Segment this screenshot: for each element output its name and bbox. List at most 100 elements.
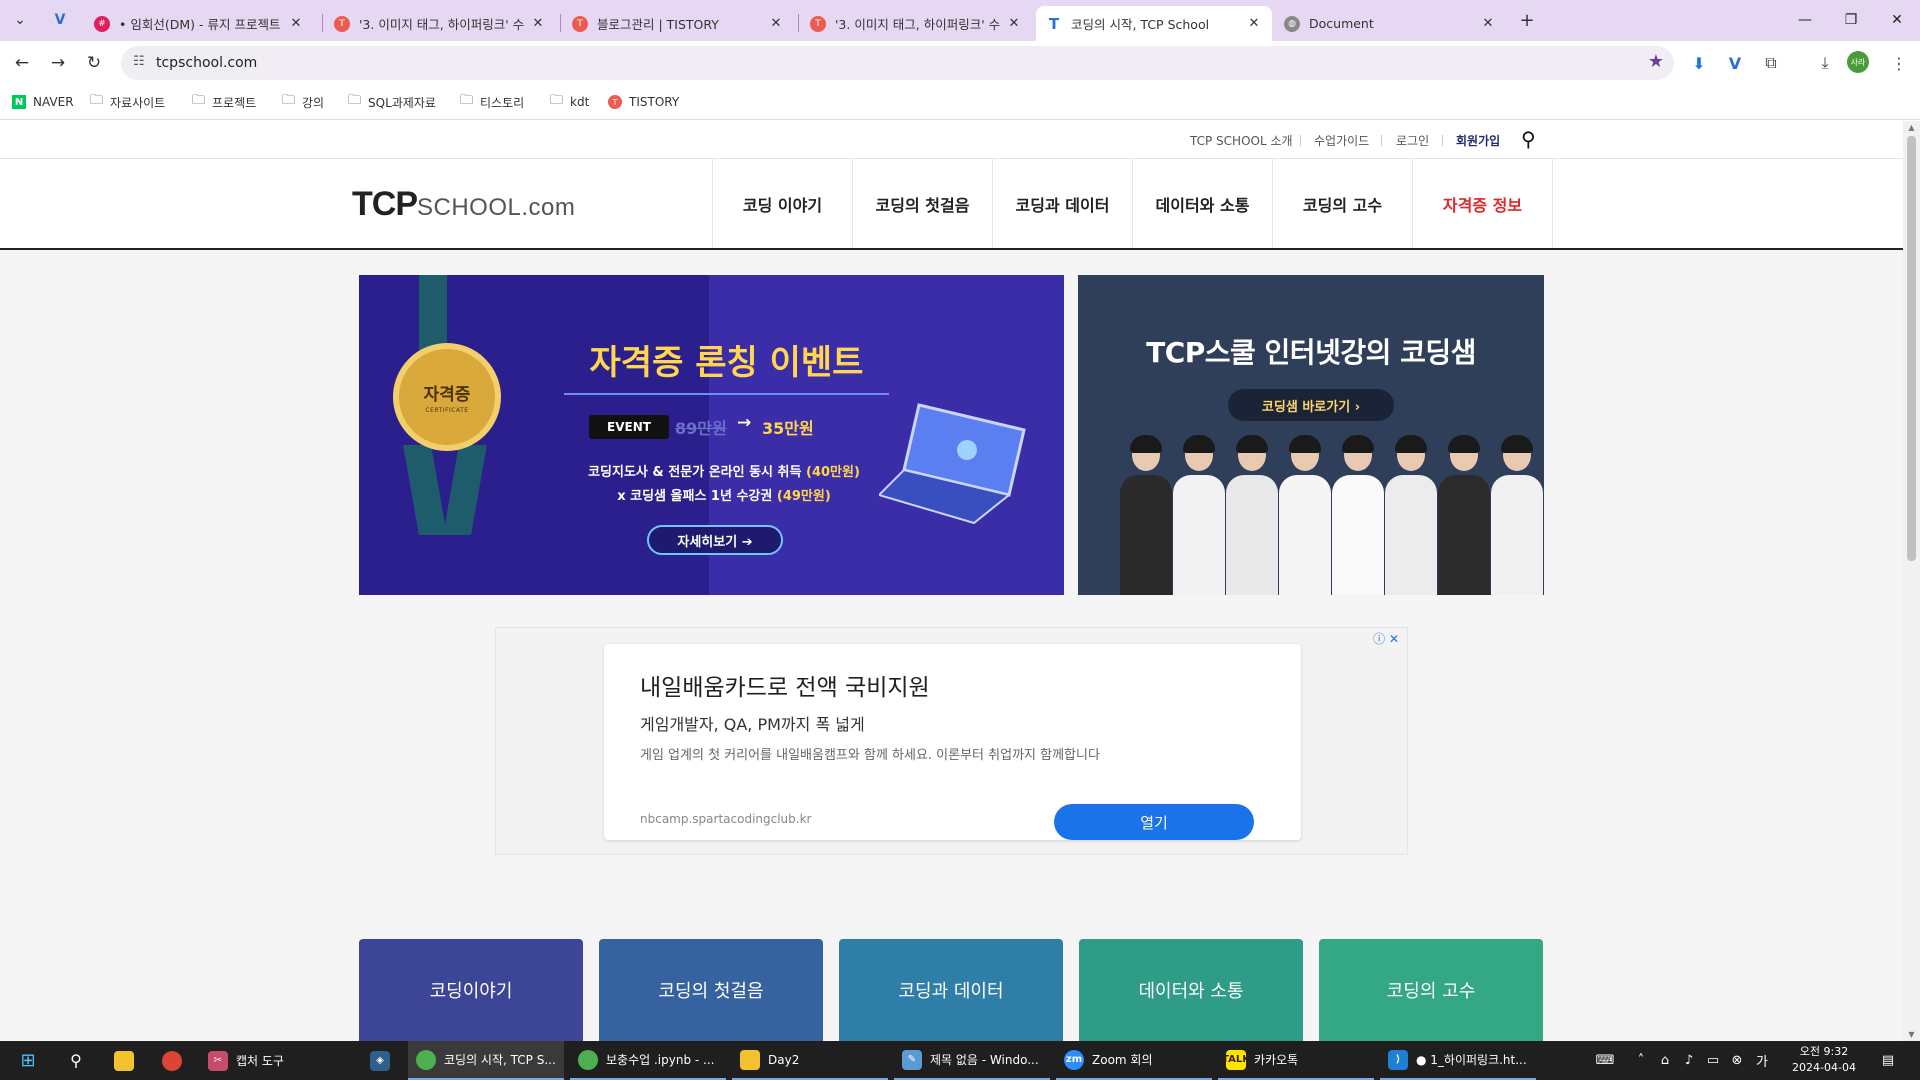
chrome-icon[interactable] (152, 1041, 192, 1080)
ad-url[interactable]: nbcamp.spartacodingclub.kr (640, 812, 811, 826)
taskbar-folder-day2[interactable]: Day2 (732, 1041, 888, 1080)
ad-title[interactable]: 내일배움카드로 전액 국비지원 (640, 668, 930, 702)
category-coding-story[interactable]: 코딩이야기 (359, 939, 583, 1041)
address-bar[interactable]: ☷ ★ (121, 46, 1674, 80)
taskbar-mysql-workbench[interactable]: ◈ (362, 1041, 398, 1080)
system-clock[interactable]: 오전 9:32 2024-04-04 (1784, 1044, 1864, 1076)
extensions-puzzle-icon[interactable]: ⧉ (1758, 50, 1784, 76)
tab-tistory-post-2[interactable]: T '3. 이미지 태그, 하이퍼링크' 수 ✕ (800, 6, 1032, 41)
taskbar-snipping-tool[interactable]: ✂ 캡처 도구 (200, 1041, 350, 1080)
windows-start-icon[interactable]: ⊞ (8, 1041, 48, 1080)
search-icon[interactable]: ⚲ (56, 1041, 96, 1080)
category-data-communication[interactable]: 데이터와 소통 (1079, 939, 1303, 1041)
page-scrollbar[interactable]: ▲ ▼ (1903, 121, 1920, 1041)
keyboard-icon[interactable]: ⌨ (1592, 1041, 1618, 1080)
scrollbar-thumb[interactable] (1907, 136, 1916, 561)
bookmark-folder-lecture[interactable]: 🗀 강의 (282, 93, 324, 111)
volume-muted-icon[interactable]: ♪ (1678, 1041, 1700, 1080)
scroll-down-arrow-icon[interactable]: ▼ (1903, 1030, 1920, 1039)
scroll-up-arrow-icon[interactable]: ▲ (1903, 123, 1920, 132)
slack-icon: # (94, 15, 110, 32)
taskbar-vscode[interactable]: ⟩ ● 1_하이퍼링크.ht... (1380, 1041, 1536, 1080)
category-coding-data[interactable]: 코딩과 데이터 (839, 939, 1063, 1041)
bookmark-folder-sql[interactable]: 🗀 SQL과제자료 (348, 93, 436, 111)
close-circle-icon[interactable]: ⊗ (1726, 1041, 1748, 1080)
tab-close-icon[interactable]: ✕ (1246, 16, 1262, 31)
nav-certificate-info[interactable]: 자격증 정보 (1413, 159, 1553, 248)
nav-coding-data[interactable]: 코딩과 데이터 (993, 159, 1133, 248)
bookmark-folder-kdt[interactable]: 🗀 kdt (550, 93, 589, 111)
vivaldi-icon[interactable]: V (46, 6, 74, 34)
site-info-icon[interactable]: ☷ (133, 54, 145, 69)
file-explorer-icon[interactable] (104, 1041, 144, 1080)
util-link-about[interactable]: TCP SCHOOL 소개 (1190, 132, 1293, 149)
coding-sam-button[interactable]: 코딩샘 바로가기 › (1228, 389, 1394, 421)
ad-open-button[interactable]: 열기 (1054, 804, 1254, 840)
bookmark-naver[interactable]: N NAVER (12, 93, 74, 111)
learn-more-button[interactable]: 자세히보기 ➔ (647, 525, 783, 555)
restore-icon[interactable]: ❐ (1828, 0, 1874, 40)
util-link-login[interactable]: 로그인 (1396, 132, 1429, 149)
bookmark-star-icon[interactable]: ★ (1648, 51, 1664, 72)
taskbar-chrome-tcp-school[interactable]: 코딩의 시작, TCP S... (408, 1041, 564, 1080)
site-logo[interactable]: TCPSCHOOL.com (352, 185, 575, 224)
util-link-guide[interactable]: 수업가이드 (1314, 132, 1369, 149)
ad-info-close-icons[interactable]: ⓘ ✕ (1373, 630, 1399, 647)
taskbar-notepad[interactable]: ✎ 제목 없음 - Windo... (894, 1041, 1050, 1080)
nav-data-communication[interactable]: 데이터와 소통 (1133, 159, 1273, 248)
tray-chevron-up-icon[interactable]: ˄ (1630, 1041, 1652, 1080)
util-link-signup[interactable]: 회원가입 (1456, 132, 1500, 149)
banner-copy-line2: x 코딩샘 올패스 1년 수강권 (49만원) (617, 489, 831, 504)
download-extension-icon[interactable]: ⬇ (1686, 50, 1712, 76)
nav-coding-story[interactable]: 코딩 이야기 (713, 159, 853, 248)
bookmark-folder-resources[interactable]: 🗀 자료사이트 (90, 93, 165, 111)
tab-tistory-post-1[interactable]: T '3. 이미지 태그, 하이퍼링크' 수 ✕ (324, 6, 556, 41)
tab-tcp-school[interactable]: T 코딩의 시작, TCP School ✕ (1036, 6, 1272, 41)
window-close-icon[interactable]: ✕ (1874, 0, 1920, 40)
globe-icon: ◍ (1284, 15, 1300, 32)
bookmark-folder-tistory[interactable]: 🗀 티스토리 (460, 93, 524, 111)
main-navigation: 코딩 이야기 코딩의 첫걸음 코딩과 데이터 데이터와 소통 코딩의 고수 자격… (712, 159, 1553, 248)
taskbar-chrome-ipynb[interactable]: 보충수업 .ipynb - ... (570, 1041, 726, 1080)
reload-icon[interactable]: ↻ (80, 49, 108, 77)
display-icon[interactable]: ▭ (1702, 1041, 1724, 1080)
new-tab-plus-icon[interactable]: + (1513, 6, 1541, 34)
forward-arrow-icon[interactable]: → (44, 49, 72, 77)
folder-icon: 🗀 (282, 93, 296, 108)
tab-close-icon[interactable]: ✕ (288, 16, 304, 31)
url-input[interactable] (156, 53, 1556, 73)
nav-coding-first-steps[interactable]: 코딩의 첫걸음 (853, 159, 993, 248)
instructor-figure (1173, 435, 1225, 595)
tab-slack-dm[interactable]: # • 임회선(DM) - 류지 프로젝트 ✕ (84, 6, 314, 41)
certificate-event-banner[interactable]: 자격증 CERTIFICATE 자격증 론칭 이벤트 EVENT 89만원 → … (359, 275, 1064, 595)
ime-language-icon[interactable]: 가 (1750, 1041, 1774, 1080)
category-coding-master[interactable]: 코딩의 고수 (1319, 939, 1543, 1041)
bookmark-folder-project[interactable]: 🗀 프로젝트 (192, 93, 256, 111)
vivaldi-extension-icon[interactable]: V (1722, 50, 1748, 76)
coding-sam-banner[interactable]: TCP스쿨 인터넷강의 코딩샘 코딩샘 바로가기 › (1078, 275, 1544, 595)
search-icon[interactable]: ⚲ (1521, 127, 1536, 151)
tab-close-icon[interactable]: ✕ (1480, 16, 1496, 31)
menu-kebab-icon[interactable]: ⋮ (1886, 50, 1912, 76)
ribbon-left (403, 445, 447, 535)
bookmark-tistory[interactable]: T TISTORY (608, 93, 679, 111)
tab-close-icon[interactable]: ✕ (530, 16, 546, 31)
network-icon[interactable]: ⌂ (1654, 1041, 1676, 1080)
tab-document[interactable]: ◍ Document ✕ (1274, 6, 1506, 41)
notifications-icon[interactable]: ▤ (1870, 1041, 1906, 1080)
minimize-icon[interactable]: — (1782, 0, 1828, 40)
tistory-icon: T (572, 15, 588, 32)
tab-search-chevron-icon[interactable]: ⌄ (6, 6, 34, 34)
taskbar-zoom[interactable]: zm Zoom 회의 (1056, 1041, 1212, 1080)
taskbar-kakaotalk[interactable]: TALK 카카오톡 (1218, 1041, 1374, 1080)
downloads-icon[interactable]: ⤓ (1812, 50, 1838, 76)
category-coding-first-steps[interactable]: 코딩의 첫걸음 (599, 939, 823, 1041)
nav-coding-master[interactable]: 코딩의 고수 (1273, 159, 1413, 248)
ad-card[interactable]: 내일배움카드로 전액 국비지원 게임개발자, QA, PM까지 폭 넓게 게임 … (604, 644, 1301, 840)
chrome-icon (416, 1049, 436, 1070)
tab-close-icon[interactable]: ✕ (1006, 16, 1022, 31)
tab-tistory-blog-admin[interactable]: T 블로그관리 | TISTORY ✕ (562, 6, 794, 41)
back-arrow-icon[interactable]: ← (8, 49, 36, 77)
tab-close-icon[interactable]: ✕ (768, 16, 784, 31)
profile-avatar[interactable]: 사라 (1847, 51, 1869, 73)
